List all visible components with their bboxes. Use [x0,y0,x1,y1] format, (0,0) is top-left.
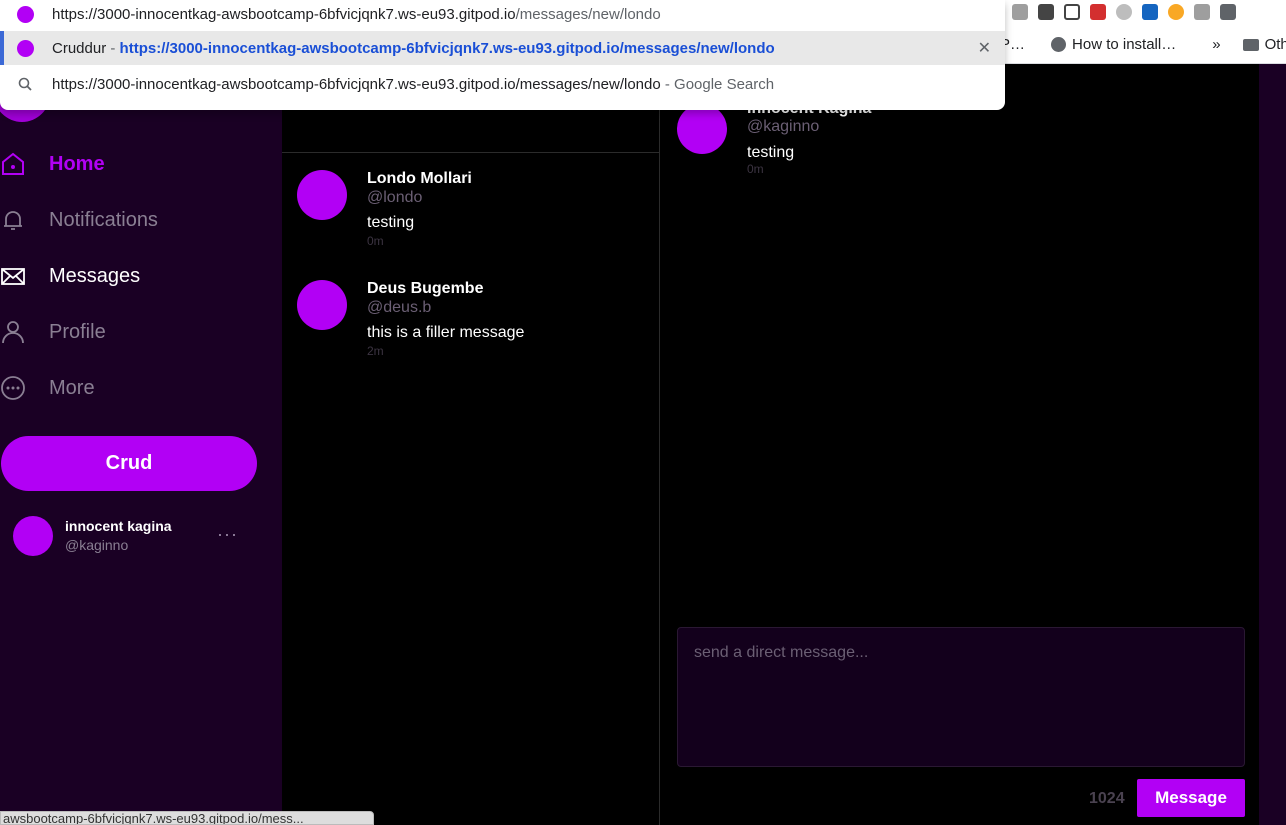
character-count: 1024 [1089,790,1125,807]
cloud-icon[interactable] [1142,4,1158,20]
nav-messages-label: Messages [49,264,141,287]
target-icon[interactable] [1116,4,1132,20]
message-time: 0m [747,162,764,176]
omnibox-input[interactable]: https://3000-innocentkag-awsbootcamp-6bf… [52,6,661,23]
avatar [13,516,53,556]
omnibox-url-host: https://3000-innocentkag-awsbootcamp-6bf… [52,5,516,23]
bookmark-how-to-install[interactable]: How to install… [1051,36,1176,53]
remove-suggestion-close-icon[interactable]: ✕ [978,38,991,58]
profile-display-name: innocent kagina [65,518,172,534]
screen: P… How to install… » Oth Home Notificati… [0,0,1286,825]
bookmarks-bar: P… How to install… » Oth [1000,36,1286,53]
cruddur-favicon-icon [17,5,34,23]
message-text: testing [747,144,795,161]
crud-button[interactable]: Crud [1,436,257,491]
suggestion-url: https://3000-innocentkag-awsbootcamp-6bf… [119,39,775,57]
message-group-handle: @londo [367,189,423,206]
message-group-name: Deus Bugembe [367,280,484,297]
send-message-button[interactable]: Message [1137,779,1245,817]
envelope-icon [0,263,26,289]
link-status-bar: awsbootcamp-6bfvicjqnk7.ws-eu93.gitpod.i… [0,811,374,825]
suggestion-title: Cruddur [52,39,107,57]
nav-notifications[interactable]: Notifications [0,200,158,240]
search-engine-suffix: - Google Search [660,75,775,93]
profile-info[interactable]: innocent kagina @kaginno ··· [13,516,263,558]
extension-icon[interactable] [1012,4,1028,20]
nav-messages[interactable]: Messages [0,256,140,296]
profile-more-icon[interactable]: ··· [217,524,238,545]
folder-icon [1242,38,1259,51]
message-groups-feed: Londo Mollari @londo testing 0m Deus Bug… [282,64,660,825]
more-circle-icon [0,375,26,401]
suggestion-separator: - [106,39,120,57]
puzzle-icon[interactable] [1220,4,1236,20]
nav-profile-label: Profile [49,320,106,343]
message-group-item[interactable]: Londo Mollari @londo testing 0m [297,170,657,260]
search-query: https://3000-innocentkag-awsbootcamp-6bf… [52,75,661,93]
person-icon [0,319,26,345]
sidebar: Home Notifications Messages Profile More [0,64,282,825]
avatar [677,104,727,154]
message-group-time: 2m [367,344,384,358]
cruddur-favicon-icon [17,39,34,57]
other-bookmarks-label: Oth [1264,36,1286,53]
message-group-time: 0m [367,234,384,248]
extension-badge-icon[interactable] [1090,4,1106,20]
omnibox-suggestion-search[interactable]: https://3000-innocentkag-awsbootcamp-6bf… [0,70,1005,98]
message-group-item[interactable]: Deus Bugembe @deus.b this is a filler me… [297,280,657,370]
bookmark-label: How to install… [1072,36,1177,53]
nav-more-label: More [49,376,95,399]
nav-home[interactable]: Home [0,144,105,184]
bell-icon [0,207,26,233]
omnibox-dropdown: https://3000-innocentkag-awsbootcamp-6bf… [0,0,1005,110]
speedometer-icon[interactable] [1038,4,1054,20]
nav-notifications-label: Notifications [49,208,158,231]
omnibox-input-row[interactable]: https://3000-innocentkag-awsbootcamp-6bf… [0,0,1005,28]
profile-handle: @kaginno [65,537,129,553]
search-suggestion-text: https://3000-innocentkag-awsbootcamp-6bf… [52,76,774,93]
grammarly-icon[interactable] [1168,4,1184,20]
nav-profile[interactable]: Profile [0,312,106,352]
message-group-preview: this is a filler message [367,324,525,341]
other-bookmarks[interactable]: Oth [1242,36,1286,53]
extensions-row [1012,4,1236,20]
home-icon [0,151,26,177]
omnibox-suggestion-history[interactable]: Cruddur - https://3000-innocentkag-awsbo… [0,31,1005,65]
message-group-handle: @deus.b [367,299,432,316]
bookmarks-overflow-chevron-icon[interactable]: » [1212,36,1220,53]
avatar [297,280,347,330]
shield-icon[interactable] [1194,4,1210,20]
right-gutter [1259,64,1286,825]
nav-more[interactable]: More [0,368,95,408]
message-author-handle: @kaginno [747,118,820,135]
search-icon [17,76,34,93]
omnibox-url-path: /messages/new/londo [515,5,661,23]
nav-home-label: Home [49,152,105,175]
message-group-name: Londo Mollari [367,170,472,187]
copy-icon[interactable] [1064,4,1080,20]
globe-icon [1051,37,1067,52]
message-group-preview: testing [367,214,415,231]
suggestion-text: Cruddur - https://3000-innocentkag-awsbo… [52,40,775,57]
message-composer-input[interactable] [677,627,1245,767]
conversation-panel: Innocent Kagina @kaginno testing 0m 1024… [661,64,1259,825]
avatar [297,170,347,220]
